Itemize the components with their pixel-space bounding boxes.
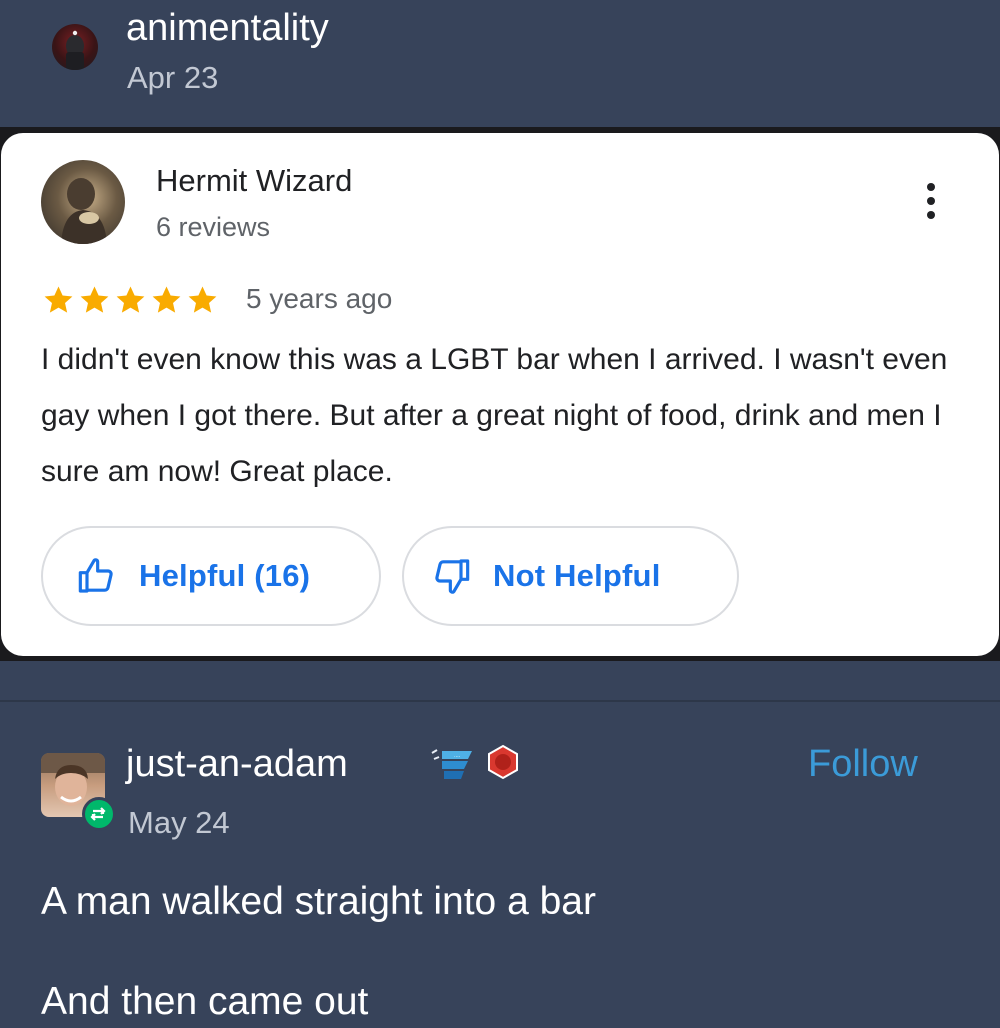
thumbs-up-icon <box>78 558 113 593</box>
post-divider <box>0 700 1000 702</box>
not-helpful-button[interactable]: Not Helpful <box>402 526 739 626</box>
reblog-body-line: A man walked straight into a bar <box>41 880 596 923</box>
star-icon <box>152 286 181 313</box>
post-author-name[interactable]: animentality <box>126 4 329 52</box>
star-icon <box>44 286 73 313</box>
more-vert-icon <box>927 183 935 191</box>
svg-text:····: ···· <box>454 754 461 760</box>
reviewer-avatar[interactable] <box>41 160 125 244</box>
reblog-body-line: And then came out <box>41 980 369 1023</box>
reviewer-review-count: 6 reviews <box>156 212 271 242</box>
post-date: Apr 23 <box>127 60 219 95</box>
reblog-badge <box>82 797 116 831</box>
helpful-button[interactable]: Helpful (16) <box>41 526 381 626</box>
thumbs-down-icon <box>435 559 470 594</box>
blue-badge-icon[interactable]: ···· <box>430 745 476 783</box>
review-card: Hermit Wizard 6 reviews 5 years ago I di… <box>1 133 999 656</box>
star-rating <box>41 283 220 317</box>
follow-button[interactable]: Follow <box>808 740 918 788</box>
reblog-icon <box>90 807 106 821</box>
star-icon <box>116 286 145 313</box>
helpful-label: Helpful (16) <box>139 558 311 593</box>
review-time: 5 years ago <box>246 283 393 314</box>
reviewer-name[interactable]: Hermit Wizard <box>156 161 352 201</box>
reblog-date: May 24 <box>128 805 230 840</box>
reviewer-avatar-image <box>61 178 107 244</box>
user-avatar-image <box>66 30 84 70</box>
reblog-author-name[interactable]: just-an-adam <box>126 740 348 788</box>
not-helpful-label: Not Helpful <box>493 558 661 593</box>
original-post-header: animentality Apr 23 <box>0 0 1000 130</box>
red-badge-icon[interactable] <box>485 744 521 780</box>
avatar[interactable] <box>52 24 98 70</box>
star-icon <box>188 286 217 313</box>
more-options-button[interactable] <box>913 179 949 223</box>
review-text: I didn't even know this was a LGBT bar w… <box>41 343 948 488</box>
star-icon <box>80 286 109 313</box>
